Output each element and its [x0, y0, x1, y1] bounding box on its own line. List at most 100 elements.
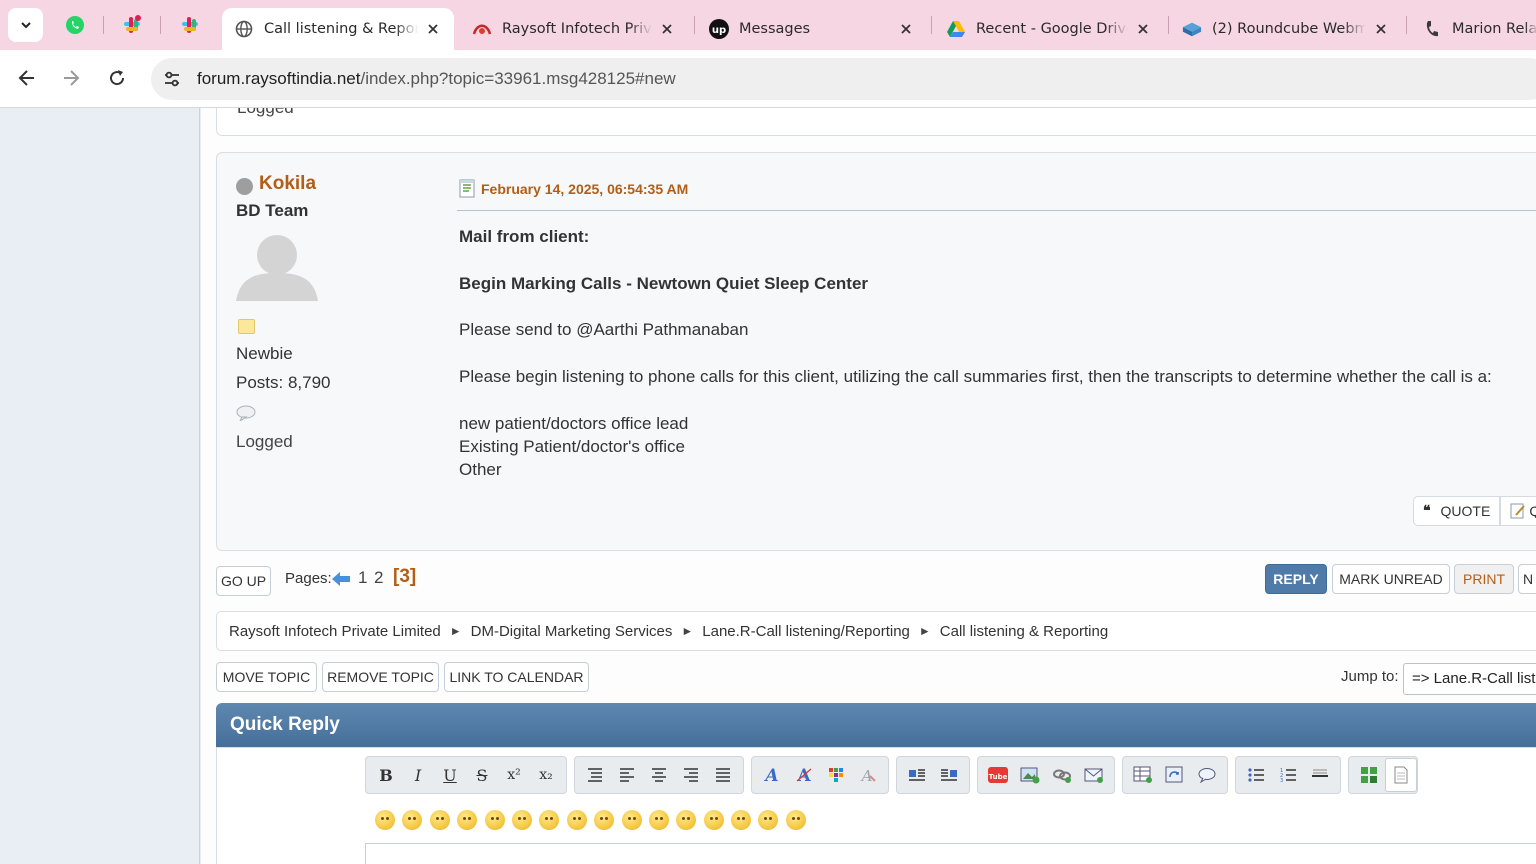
arrow-left-icon [18, 70, 34, 86]
shocked-icon[interactable] [539, 810, 560, 830]
page-link-2[interactable]: 2 [374, 568, 383, 588]
forward-button[interactable] [54, 61, 88, 95]
insert-quote-button[interactable] [1191, 760, 1223, 790]
post-line: new patient/doctors office lead [459, 414, 689, 433]
close-icon[interactable] [897, 20, 915, 38]
close-icon[interactable] [1134, 20, 1152, 38]
go-up-button[interactable]: GO UP [216, 566, 271, 596]
font-color-button[interactable] [820, 760, 852, 790]
numbered-list-button[interactable]: 123 [1272, 760, 1304, 790]
cry-icon[interactable] [785, 810, 806, 830]
insert-table-button[interactable] [1127, 760, 1159, 790]
pinned-tab-whatsapp[interactable] [55, 8, 95, 42]
toolbar-group-align [574, 756, 744, 794]
tab-title: Messages [739, 21, 811, 37]
jump-to-select[interactable]: => Lane.R-Call listening/Reporting [1403, 663, 1536, 695]
reload-button[interactable] [100, 61, 134, 95]
lips-sealed-icon[interactable] [703, 810, 724, 830]
angry-icon[interactable] [484, 810, 505, 830]
view-source-button[interactable] [1385, 758, 1417, 792]
align-right-button[interactable] [675, 760, 707, 790]
tab-marion-relations[interactable]: Marion Relations [1410, 8, 1536, 50]
tab-call-listening[interactable]: Call listening & Reporting [222, 8, 454, 50]
smiley-icon[interactable] [375, 810, 395, 830]
underline-button[interactable]: U [434, 760, 466, 790]
insert-email-button[interactable] [1078, 760, 1110, 790]
grid-icon [1361, 767, 1377, 783]
email-icon [1084, 768, 1103, 783]
post-line: Begin Marking Calls - Newtown Quiet Slee… [459, 274, 869, 293]
page-link-1[interactable]: 1 [358, 568, 367, 588]
roll-eyes-icon[interactable] [621, 810, 642, 830]
youtube-button[interactable]: Tube [982, 760, 1014, 790]
remove-topic-button[interactable]: REMOVE TOPIC [322, 662, 439, 692]
quick-reply-header[interactable]: Quick Reply [216, 703, 1536, 747]
tab-messages[interactable]: up Messages [697, 8, 927, 50]
tab-search-button[interactable] [8, 8, 43, 42]
kiss-icon[interactable] [758, 810, 779, 830]
quick-edit-button[interactable]: Q [1500, 496, 1536, 526]
post-date-link[interactable]: February 14, 2025, 06:54:35 AM [481, 181, 688, 197]
link-to-calendar-button[interactable]: LINK TO CALENDAR [444, 662, 589, 692]
bullet-list-button[interactable] [1240, 760, 1272, 790]
back-button[interactable] [10, 61, 44, 95]
italic-button[interactable]: I [402, 760, 434, 790]
breadcrumb-link[interactable]: DM-Digital Marketing Services [471, 623, 673, 640]
raysoft-icon [472, 19, 492, 39]
grin-icon[interactable] [457, 810, 478, 830]
huh-icon[interactable] [594, 810, 615, 830]
address-bar[interactable]: forum.raysoftindia.net/index.php?topic=3… [151, 58, 1536, 100]
cool-icon[interactable] [566, 810, 587, 830]
next-topic-button[interactable]: N [1518, 564, 1536, 594]
breadcrumb-link[interactable]: Lane.R-Call listening/Reporting [702, 623, 910, 640]
insert-image-button[interactable] [1014, 760, 1046, 790]
phone-icon [1422, 19, 1442, 39]
pinned-tab-slack-1[interactable] [112, 8, 152, 42]
embarrassed-icon[interactable] [676, 810, 697, 830]
mark-unread-button[interactable]: MARK UNREAD [1332, 564, 1450, 594]
horizontal-rule-button[interactable] [1304, 760, 1336, 790]
indent-button[interactable] [579, 760, 611, 790]
breadcrumb-link[interactable]: Call listening & Reporting [940, 623, 1108, 640]
pinned-tab-slack-2[interactable] [170, 8, 210, 42]
toolbar-group-lists: 123 [1235, 756, 1341, 794]
tune-icon [165, 71, 179, 87]
strikethrough-button[interactable]: S [466, 760, 498, 790]
site-info-button[interactable] [154, 61, 190, 97]
undecided-icon[interactable] [731, 810, 752, 830]
tab-google-drive[interactable]: Recent - Google Drive [934, 8, 1164, 50]
font-size-button[interactable]: A [788, 760, 820, 790]
float-right-button[interactable] [933, 760, 965, 790]
toggle-wysiwyg-button[interactable] [1353, 760, 1385, 790]
align-left-button[interactable] [611, 760, 643, 790]
quote-button[interactable]: ❝ QUOTE [1413, 496, 1501, 526]
font-face-button[interactable]: A [756, 760, 788, 790]
remove-format-button[interactable]: A [852, 760, 884, 790]
message-bubble-icon[interactable] [236, 405, 258, 421]
subscript-button[interactable]: x₂ [530, 760, 562, 790]
move-topic-button[interactable]: MOVE TOPIC [216, 662, 317, 692]
tongue-icon[interactable] [648, 810, 669, 830]
poster-name-link[interactable]: Kokila [259, 173, 316, 195]
bold-button[interactable]: B [370, 760, 402, 790]
breadcrumb-link[interactable]: Raysoft Infotech Private Limited [229, 623, 441, 640]
wink-icon[interactable] [402, 810, 423, 830]
align-center-button[interactable] [643, 760, 675, 790]
insert-code-button[interactable] [1159, 760, 1191, 790]
quote-label: QUOTE [1440, 503, 1491, 519]
superscript-button[interactable]: x² [498, 760, 530, 790]
insert-link-button[interactable] [1046, 760, 1078, 790]
close-icon[interactable] [1372, 20, 1390, 38]
tab-roundcube[interactable]: (2) Roundcube Webmail [1170, 8, 1402, 50]
sad-icon[interactable] [511, 810, 532, 830]
cheesy-icon[interactable] [429, 810, 450, 830]
close-icon[interactable] [424, 20, 442, 38]
close-icon[interactable] [658, 20, 676, 38]
justify-button[interactable] [707, 760, 739, 790]
tab-raysoft[interactable]: Raysoft Infotech Private Limited [460, 8, 688, 50]
message-textarea[interactable] [365, 843, 1536, 864]
float-left-button[interactable] [901, 760, 933, 790]
arrow-left-icon[interactable] [331, 571, 351, 587]
reply-button[interactable]: REPLY [1265, 564, 1327, 594]
print-button[interactable]: PRINT [1454, 564, 1514, 594]
